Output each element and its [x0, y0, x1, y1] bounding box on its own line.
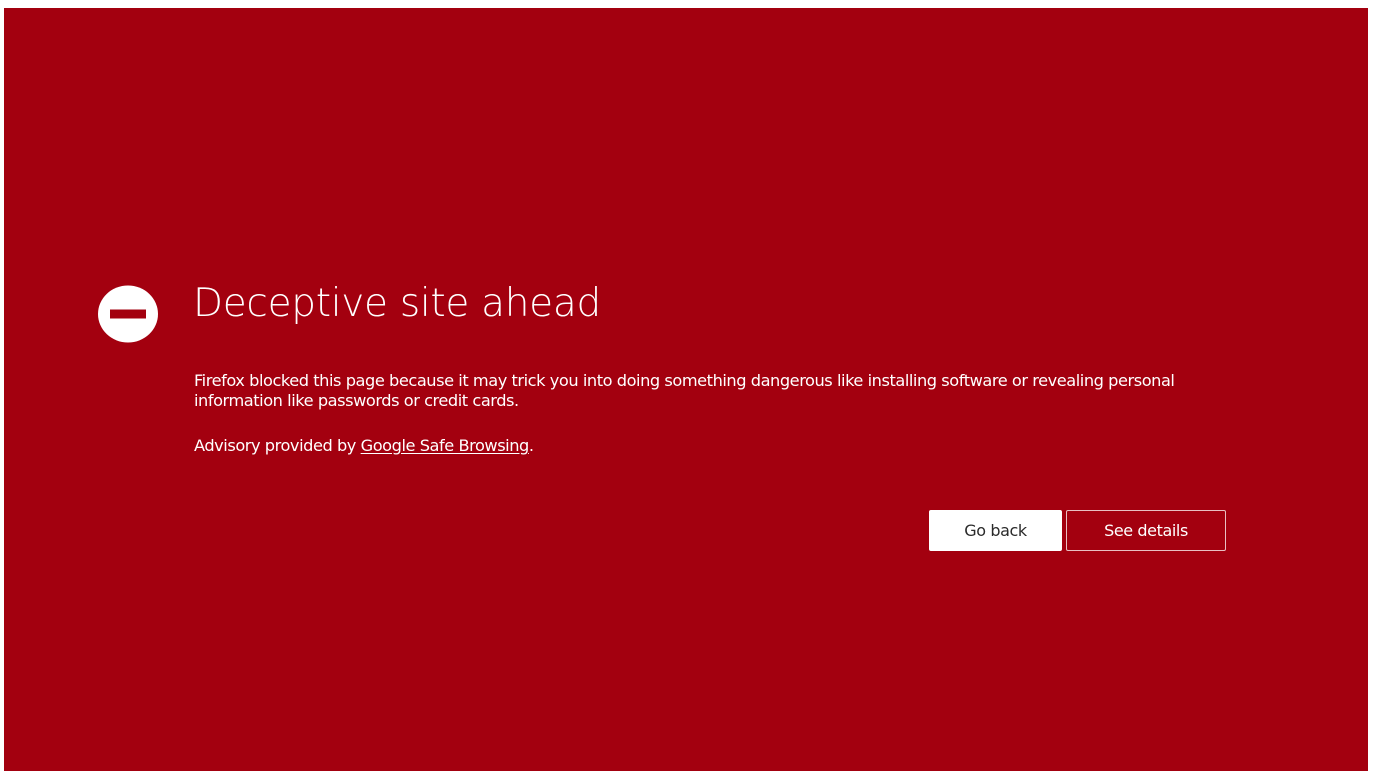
advisory-suffix: .: [528, 436, 534, 455]
advisory-prefix: Advisory provided by: [194, 436, 361, 455]
error-description: Firefox blocked this page because it may…: [194, 371, 1175, 410]
see-details-button[interactable]: See details: [1066, 510, 1226, 551]
error-page: Deceptive site ahead Firefox blocked thi…: [4, 8, 1368, 771]
block-icon: [97, 285, 159, 343]
advisory-text: Advisory provided by Google Safe Browsin…: [194, 436, 534, 456]
page-title: Deceptive site ahead: [193, 281, 601, 326]
go-back-button[interactable]: Go back: [929, 510, 1062, 551]
google-safe-browsing-link[interactable]: Google Safe Browsing: [361, 436, 530, 455]
